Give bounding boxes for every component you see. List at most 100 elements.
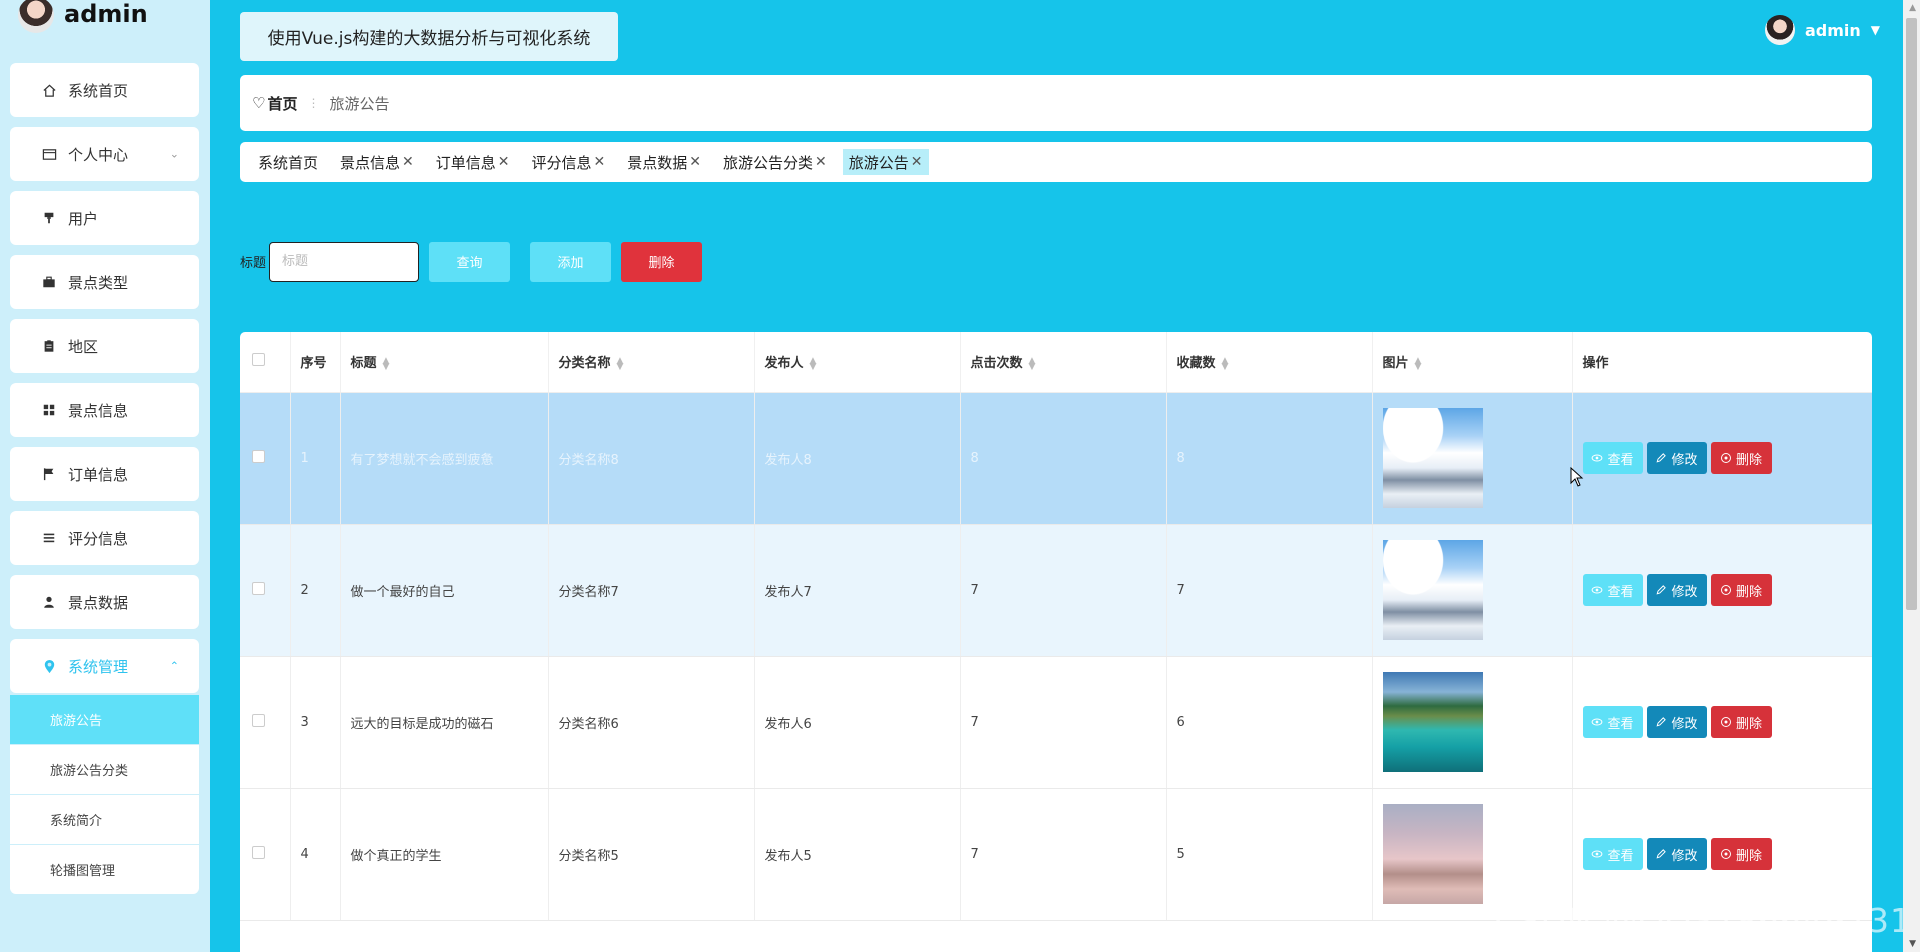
sidebar-item-scenic-info[interactable]: 景点信息 [10, 383, 199, 437]
tag-label: 评分信息 [531, 153, 592, 172]
column-header-publisher[interactable]: 发布人 ▲ ▼ [754, 332, 961, 393]
row-checkbox[interactable] [252, 845, 265, 859]
table-row[interactable]: 2 做一个最好的自己 分类名称7 发布人7 7 7 查看 修改 删除 [240, 524, 1872, 657]
column-header-clicks[interactable]: 点击次数 ▲ ▼ [960, 332, 1167, 393]
bulk-delete-button[interactable]: 删除 [621, 241, 703, 282]
add-button[interactable]: 添加 [530, 241, 612, 282]
scroll-down-icon[interactable]: ▼ [1909, 939, 1916, 949]
delete-button[interactable]: 删除 [1710, 574, 1772, 606]
submenu-item-label: 轮播图管理 [50, 864, 116, 879]
sort-icon[interactable]: ▲ ▼ [617, 356, 624, 371]
column-header-favorites[interactable]: 收藏数 ▲ ▼ [1166, 332, 1373, 393]
user-menu[interactable]: admin ▼ [1764, 14, 1880, 46]
submenu-item-carousel[interactable]: 轮播图管理 [10, 845, 199, 894]
tag-scenic-info[interactable]: 景点信息 ✕ [334, 149, 420, 175]
title-search-input[interactable] [269, 241, 420, 282]
submenu-item-system-intro[interactable]: 系统简介 [10, 795, 199, 844]
sidebar-item-label: 系统管理 [68, 657, 129, 676]
edit-button[interactable]: 修改 [1646, 442, 1707, 474]
close-icon[interactable]: ✕ [402, 154, 414, 170]
search-label: 标题 [240, 256, 267, 271]
sidebar-item-system-management[interactable]: 系统管理 ⌃ [10, 639, 199, 693]
sidebar-item-region[interactable]: 地区 [10, 319, 199, 373]
data-table: 序号 标题 ▲ ▼ 分类名称 ▲ ▼ 发布人 ▲ ▼ 点击次数 ▲ ▼ 收藏数 ▲ ▼ 图片 ▲ ▼ 操… [240, 332, 1872, 952]
table-row[interactable]: 3 远大的目标是成功的磁石 分类名称6 发布人6 7 6 查看 修改 删除 [240, 656, 1872, 789]
tag-scenic-data[interactable]: 景点数据 ✕ [621, 149, 707, 175]
id-card-icon [40, 145, 58, 163]
submenu-item-travel-notice[interactable]: 旅游公告 [10, 695, 199, 744]
submenu-item-label: 系统简介 [50, 814, 103, 829]
tag-ratings[interactable]: 评分信息 ✕ [526, 149, 612, 175]
row-checkbox[interactable] [252, 449, 265, 463]
tag-label: 旅游公告 [848, 153, 909, 172]
scrollbar-thumb[interactable] [1906, 18, 1917, 610]
view-button[interactable]: 查看 [1582, 574, 1643, 606]
tag-notice-category[interactable]: 旅游公告分类 ✕ [717, 149, 833, 175]
close-icon[interactable]: ✕ [498, 154, 510, 170]
view-button[interactable]: 查看 [1582, 706, 1643, 738]
submenu-item-label: 旅游公告分类 [50, 764, 129, 779]
close-icon[interactable]: ✕ [911, 154, 923, 170]
cell-favorites: 5 [1166, 788, 1373, 921]
sort-icon[interactable]: ▲ ▼ [1415, 356, 1422, 371]
user-icon [40, 593, 58, 611]
column-header-image[interactable]: 图片 ▲ ▼ [1372, 332, 1573, 393]
edit-button[interactable]: 修改 [1646, 574, 1707, 606]
scenic-thumbnail [1382, 804, 1483, 904]
tag-label: 系统首页 [258, 153, 319, 172]
edit-button[interactable]: 修改 [1646, 838, 1707, 870]
sidebar-item-users[interactable]: 用户 [10, 191, 199, 245]
breadcrumb: ♡ 首页 ⋮ 旅游公告 [240, 75, 1872, 131]
view-button[interactable]: 查看 [1582, 838, 1643, 870]
select-all-checkbox[interactable] [252, 353, 265, 367]
sort-icon[interactable]: ▲ ▼ [1029, 356, 1036, 371]
brand-name: admin [64, 0, 148, 28]
page-scrollbar[interactable]: ▲ ▼ [1903, 0, 1920, 952]
sidebar-item-scenic-data[interactable]: 景点数据 [10, 575, 199, 629]
delete-button[interactable]: 删除 [1710, 442, 1772, 474]
sort-icon[interactable]: ▲ ▼ [1222, 356, 1229, 371]
tag-orders[interactable]: 订单信息 ✕ [430, 149, 516, 175]
delete-button[interactable]: 删除 [1710, 838, 1772, 870]
table-row[interactable]: 1 有了梦想就不会感到疲惫 分类名称8 发布人8 8 8 查看 修改 删除 [240, 392, 1872, 525]
sidebar-item-label: 系统首页 [68, 81, 129, 100]
breadcrumb-home[interactable]: ♡ 首页 [252, 93, 297, 114]
pin-icon [40, 209, 58, 227]
sidebar-item-personal-center[interactable]: 个人中心 ⌄ [10, 127, 199, 181]
sidebar-item-ratings[interactable]: 评分信息 [10, 511, 199, 565]
scroll-up-icon[interactable]: ▲ [1909, 3, 1916, 13]
edit-button[interactable]: 修改 [1646, 706, 1707, 738]
sidebar-item-scenic-type[interactable]: 景点类型 [10, 255, 199, 309]
tag-home[interactable]: 系统首页 [252, 149, 324, 175]
cell-clicks: 8 [960, 392, 1167, 525]
sort-icon[interactable]: ▲ ▼ [810, 356, 817, 371]
column-header-category[interactable]: 分类名称 ▲ ▼ [548, 332, 755, 393]
tag-label: 订单信息 [435, 153, 496, 172]
caret-down-icon: ▼ [1870, 23, 1880, 37]
column-header-title[interactable]: 标题 ▲ ▼ [340, 332, 549, 393]
tag-travel-notice[interactable]: 旅游公告 ✕ [842, 149, 929, 175]
sidebar-item-home[interactable]: 系统首页 [10, 63, 199, 117]
sidebar-item-orders[interactable]: 订单信息 [10, 447, 199, 501]
cell-category: 分类名称5 [548, 788, 755, 921]
submenu-item-notice-category[interactable]: 旅游公告分类 [10, 745, 199, 794]
cell-title: 远大的目标是成功的磁石 [340, 656, 549, 789]
cell-title: 有了梦想就不会感到疲惫 [340, 392, 549, 525]
cell-clicks: 7 [960, 788, 1167, 921]
row-checkbox[interactable] [252, 713, 265, 727]
tags-view: 系统首页 景点信息 ✕ 订单信息 ✕ 评分信息 ✕ 景点数据 ✕ 旅游公告分类 … [240, 142, 1872, 182]
sort-icon[interactable]: ▲ ▼ [383, 356, 390, 371]
cell-clicks: 7 [960, 524, 1167, 657]
location-icon [40, 657, 58, 675]
close-icon[interactable]: ✕ [594, 154, 606, 170]
row-checkbox[interactable] [252, 581, 265, 595]
close-icon[interactable]: ✕ [815, 154, 827, 170]
delete-button[interactable]: 删除 [1710, 706, 1772, 738]
cell-favorites: 7 [1166, 524, 1373, 657]
cell-index: 2 [290, 524, 341, 657]
query-button[interactable]: 查询 [429, 241, 511, 282]
view-button[interactable]: 查看 [1582, 442, 1643, 474]
sidebar: admin 系统首页 个人中心 ⌄ 用户 景点类型 地区 景点信息 订单信息 评… [0, 0, 210, 952]
close-icon[interactable]: ✕ [689, 154, 701, 170]
table-header: 序号 标题 ▲ ▼ 分类名称 ▲ ▼ 发布人 ▲ ▼ 点击次数 ▲ ▼ 收藏数 ▲ ▼ 图片 ▲ ▼ 操… [240, 332, 1872, 393]
